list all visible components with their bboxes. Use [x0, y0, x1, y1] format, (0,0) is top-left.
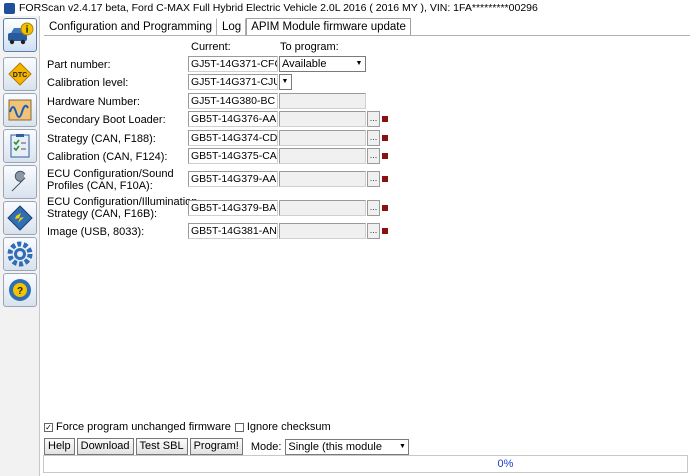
- action-row: Help Download Test SBL Program! Mode: Si…: [44, 438, 410, 467]
- gear-icon: [7, 241, 33, 267]
- calibration-status-indicator: [382, 153, 388, 159]
- dtc-icon: DTC: [8, 62, 32, 86]
- strategy-browse-button[interactable]: ...: [367, 130, 380, 146]
- tab-bar: Configuration and Programming Log APIM M…: [44, 18, 411, 36]
- strategy-current: GB5T-14G374-CD: [188, 130, 278, 146]
- download-button[interactable]: Download: [76, 438, 134, 455]
- help-button[interactable]: Help: [44, 438, 75, 455]
- window-title: FORScan v2.4.17 beta, Ford C-MAX Full Hy…: [19, 2, 538, 14]
- mode-label: Mode:: [250, 440, 282, 453]
- part-number-current: GJ5T-14G371-CFC: [188, 56, 278, 72]
- ecu-sound-label-line2: Profiles (CAN, F10A):: [47, 180, 153, 192]
- part-number-program-value: Available: [282, 58, 327, 70]
- ignore-checksum-checkbox[interactable]: [234, 422, 244, 432]
- program-button[interactable]: Program!: [189, 438, 243, 455]
- sidebar-item-oscilloscope[interactable]: [3, 93, 37, 127]
- strategy-program: [279, 130, 366, 146]
- mode-select[interactable]: Single (this module only) ▼: [285, 438, 410, 467]
- sbl-browse-button[interactable]: ...: [367, 111, 380, 127]
- ecu-illumination-program: [279, 200, 366, 216]
- calibration-label: Calibration (CAN, F124):: [47, 151, 168, 163]
- svg-text:?: ?: [17, 286, 23, 297]
- tab-divider: [44, 35, 690, 36]
- chip-icon: [7, 205, 33, 231]
- calibration-level-program-select[interactable]: ▼: [279, 74, 292, 90]
- hardware-number-program: [279, 93, 366, 109]
- ecu-illumination-browse-button[interactable]: ...: [367, 200, 380, 216]
- strategy-status-indicator: [382, 135, 388, 141]
- progress-bar: 0%: [43, 455, 688, 473]
- test-sbl-button[interactable]: Test SBL: [135, 438, 188, 455]
- ecu-sound-program: [279, 171, 366, 187]
- strategy-label: Strategy (CAN, F188):: [47, 133, 156, 145]
- image-current: GB5T-14G381-AN: [188, 223, 278, 239]
- current-column-header: Current:: [191, 41, 231, 53]
- image-status-indicator: [382, 228, 388, 234]
- sidebar-item-tests[interactable]: [3, 129, 37, 163]
- oscilloscope-icon: [8, 99, 32, 121]
- svg-text:i: i: [26, 25, 29, 36]
- main-panel: Configuration and Programming Log APIM M…: [40, 16, 690, 476]
- sbl-program: [279, 111, 366, 127]
- sidebar-item-dtc[interactable]: DTC: [3, 57, 37, 91]
- ecu-sound-label-line1: ECU Configuration/Sound: [47, 168, 174, 180]
- chevron-down-icon: ▼: [398, 442, 406, 450]
- checklist-icon: [10, 134, 30, 158]
- wrench-icon: [11, 170, 28, 192]
- progress-percent: 0%: [497, 458, 514, 470]
- sbl-current: GB5T-14G376-AA: [188, 111, 278, 127]
- ecu-illumination-status-indicator: [382, 205, 388, 211]
- tab-log[interactable]: Log: [217, 18, 247, 36]
- sbl-label: Secondary Boot Loader:: [47, 114, 166, 126]
- calibration-level-label: Calibration level:: [47, 77, 129, 89]
- image-label: Image (USB, 8033):: [47, 226, 145, 238]
- tab-configuration-programming[interactable]: Configuration and Programming: [44, 18, 218, 36]
- sidebar-item-help[interactable]: ?: [3, 273, 37, 307]
- sidebar-item-programming[interactable]: [3, 201, 37, 235]
- part-number-program-select[interactable]: Available ▼: [279, 56, 366, 72]
- calibration-level-current: GJ5T-14G371-CJU: [188, 74, 278, 90]
- force-program-checkbox[interactable]: ✓: [44, 422, 53, 432]
- image-program: [279, 223, 366, 239]
- hardware-number-current: GJ5T-14G380-BC: [188, 93, 278, 109]
- chevron-down-icon: ▼: [281, 78, 289, 85]
- hardware-number-label: Hardware Number:: [47, 96, 140, 108]
- ecu-sound-current: GB5T-14G379-AA: [188, 171, 278, 187]
- calibration-current: GB5T-14G375-CA: [188, 148, 278, 164]
- part-number-label: Part number:: [47, 59, 111, 71]
- image-browse-button[interactable]: ...: [367, 223, 380, 239]
- ecu-illumination-label-line2: Strategy (CAN, F16B):: [47, 208, 158, 220]
- svg-text:DTC: DTC: [13, 72, 27, 79]
- ecu-sound-status-indicator: [382, 176, 388, 182]
- to-program-column-header: To program:: [280, 41, 339, 53]
- sidebar-item-service[interactable]: [3, 165, 37, 199]
- force-program-label: Force program unchanged firmware: [56, 421, 231, 433]
- calibration-browse-button[interactable]: ...: [367, 148, 380, 164]
- title-bar: FORScan v2.4.17 beta, Ford C-MAX Full Hy…: [0, 0, 690, 16]
- tab-apim-firmware-update[interactable]: APIM Module firmware update: [246, 18, 411, 36]
- calibration-program: [279, 148, 366, 164]
- sidebar-item-vehicle-info[interactable]: i: [3, 18, 37, 52]
- car-info-icon: i: [8, 22, 34, 45]
- ecu-illumination-label-line1: ECU Configuration/Illumination: [47, 196, 198, 208]
- app-icon: [4, 2, 15, 14]
- ecu-illumination-current: GB5T-14G379-BA: [188, 200, 278, 216]
- sbl-status-indicator: [382, 116, 388, 122]
- sidebar-item-configuration[interactable]: [3, 237, 37, 271]
- steering-wheel-icon: ?: [9, 279, 31, 301]
- sidebar: i DTC ?: [0, 16, 40, 476]
- ecu-sound-browse-button[interactable]: ...: [367, 171, 380, 187]
- options-row: ✓ Force program unchanged firmware Ignor…: [44, 421, 331, 433]
- ignore-checksum-label: Ignore checksum: [246, 421, 331, 433]
- chevron-down-icon: ▼: [355, 60, 363, 67]
